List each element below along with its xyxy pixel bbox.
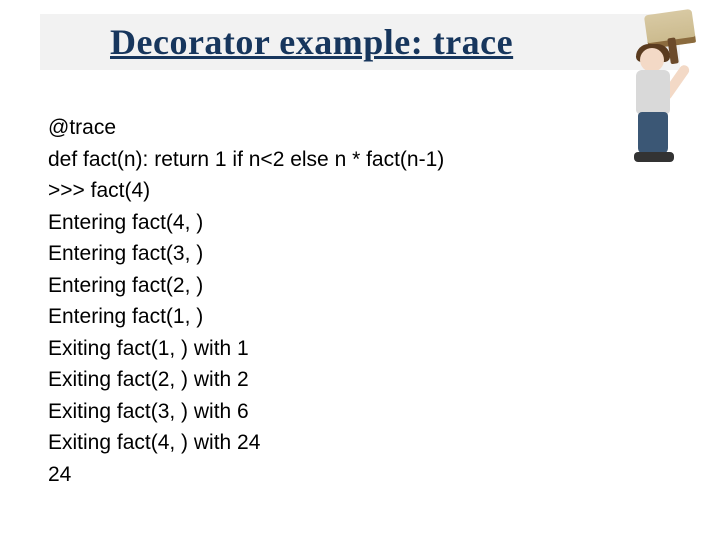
- code-line: Exiting fact(3, ) with 6: [48, 396, 608, 428]
- code-line: Exiting fact(2, ) with 2: [48, 364, 608, 396]
- slide: Decorator example: trace @trace def fact…: [0, 0, 720, 540]
- code-line: >>> fact(4): [48, 175, 608, 207]
- code-line: Exiting fact(1, ) with 1: [48, 333, 608, 365]
- slide-title: Decorator example: trace: [110, 21, 513, 63]
- code-line: Entering fact(2, ): [48, 270, 608, 302]
- code-block: @trace def fact(n): return 1 if n<2 else…: [48, 112, 608, 490]
- code-line: Entering fact(4, ): [48, 207, 608, 239]
- title-bar: Decorator example: trace: [40, 14, 680, 70]
- code-line: Entering fact(1, ): [48, 301, 608, 333]
- code-line: @trace: [48, 112, 608, 144]
- code-line: def fact(n): return 1 if n<2 else n * fa…: [48, 144, 608, 176]
- code-line: Entering fact(3, ): [48, 238, 608, 270]
- painter-illustration-icon: [610, 12, 698, 162]
- code-line: 24: [48, 459, 608, 491]
- code-line: Exiting fact(4, ) with 24: [48, 427, 608, 459]
